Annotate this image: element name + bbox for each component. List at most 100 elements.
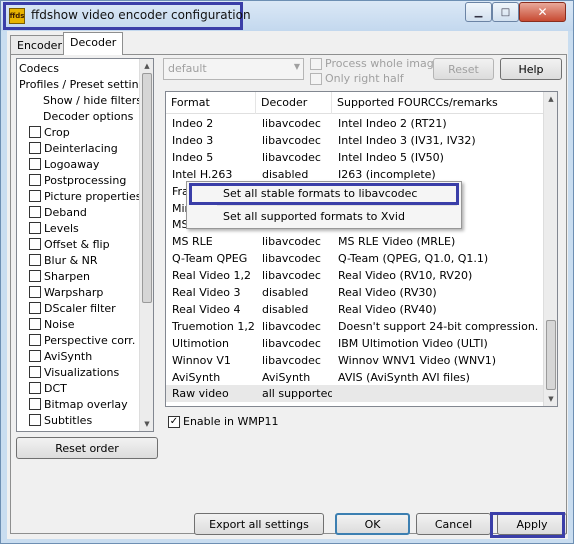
tree-item-label: Visualizations: [44, 365, 120, 379]
table-scroll-thumb[interactable]: [546, 320, 556, 390]
chevron-down-icon: ▼: [293, 62, 300, 71]
format-cell: Real Video 4: [172, 302, 241, 316]
tree-item-checkbox[interactable]: [29, 190, 41, 202]
scroll-up-icon[interactable]: ▲: [140, 59, 153, 73]
tree-item[interactable]: DCT: [29, 380, 67, 396]
tree-item[interactable]: Postprocessing: [29, 172, 126, 188]
formats-table[interactable]: Format Decoder Supported FOURCCs/remarks…: [165, 91, 558, 407]
table-row[interactable]: Raw video all supported: [166, 385, 544, 403]
tree-item[interactable]: AviSynth: [29, 348, 92, 364]
maximize-button[interactable]: □: [492, 2, 519, 22]
tree-item-checkbox[interactable]: [29, 174, 41, 186]
cancel-button[interactable]: Cancel: [416, 513, 491, 535]
table-scrollbar[interactable]: ▲ ▼: [543, 92, 557, 406]
tree-item-checkbox[interactable]: [29, 254, 41, 266]
tab-decoder[interactable]: Decoder: [63, 32, 124, 55]
column-header-fourccs[interactable]: Supported FOURCCs/remarks: [332, 92, 544, 114]
table-row[interactable]: Real Video 1,2 libavcodec Real Video (RV10…: [166, 267, 544, 284]
table-row[interactable]: Indeo 5 libavcodec Intel Indeo 5 (IV50): [166, 149, 544, 166]
decoder-cell: libavcodec: [262, 117, 321, 130]
table-row[interactable]: MS RLE libavcodec MS RLE Video (MRLE): [166, 233, 544, 250]
decoder-panel: Codecs Profiles / Preset settings Show / h…: [10, 54, 567, 535]
tree-item[interactable]: Logoaway: [29, 156, 99, 172]
tree-item-checkbox[interactable]: [29, 222, 41, 234]
table-row[interactable]: Q-Team QPEG libavcodec Q-Team (QPEG, Q1.0,…: [166, 250, 544, 267]
decoder-cell: libavcodec: [262, 269, 321, 283]
enable-wmp-checkbox[interactable]: ✓: [168, 415, 180, 428]
tree-item[interactable]: Placement: [77, 428, 135, 432]
tree-item-checkbox[interactable]: [29, 414, 41, 426]
menu-item-set-supported-xvid[interactable]: Set all supported formats to Xvid: [189, 207, 459, 229]
tree-item-checkbox[interactable]: [29, 302, 41, 314]
scroll-up-icon[interactable]: ▲: [544, 92, 557, 106]
tree-item-checkbox[interactable]: [29, 350, 41, 362]
tree-scroll-thumb[interactable]: [142, 73, 152, 303]
table-row[interactable]: Real Video 4 disabled Real Video (RV40): [166, 301, 544, 318]
tree-item[interactable]: Decoder options: [43, 108, 133, 124]
tree-item-checkbox[interactable]: [29, 158, 41, 170]
scroll-down-icon[interactable]: ▼: [544, 392, 557, 406]
tree-item[interactable]: Warpsharp: [29, 284, 103, 300]
tree-item-checkbox[interactable]: [29, 366, 41, 378]
tree-item-checkbox[interactable]: [29, 238, 41, 250]
settings-tree[interactable]: Codecs Profiles / Preset settings Show / h…: [16, 58, 154, 432]
tree-item[interactable]: Crop: [29, 124, 70, 140]
enable-wmp-option[interactable]: ✓ Enable in WMP11: [168, 415, 279, 428]
tree-item-checkbox[interactable]: [29, 398, 41, 410]
tree-item[interactable]: Sharpen: [29, 268, 90, 284]
table-row[interactable]: Indeo 3 libavcodec Intel Indeo 3 (IV31, IV…: [166, 132, 544, 149]
table-row[interactable]: Truemotion 1,2 libavcodec Doesn't support …: [166, 318, 544, 335]
tree-item[interactable]: Deinterlacing: [29, 140, 118, 156]
reset-order-button[interactable]: Reset order: [16, 437, 158, 459]
tab-encoder[interactable]: Encoder: [10, 35, 69, 55]
table-row[interactable]: Indeo 2 libavcodec Intel Indeo 2 (RT21): [166, 115, 544, 132]
apply-highlight-box: [490, 512, 565, 538]
tree-item[interactable]: Visualizations: [29, 364, 119, 380]
tree-item-label: Sharpen: [44, 269, 90, 283]
tree-item-checkbox[interactable]: [29, 334, 41, 346]
scroll-down-icon[interactable]: ▼: [140, 417, 153, 431]
table-row[interactable]: AviSynth AviSynth AVIS (AviSynth AVI files…: [166, 369, 544, 386]
tree-item-label: Placement: [77, 430, 135, 432]
tree-item[interactable]: Picture properties: [29, 188, 141, 204]
tree-item[interactable]: Subtitles: [29, 412, 92, 428]
tree-item[interactable]: Perspective corr.: [29, 332, 135, 348]
tree-item-label: DCT: [44, 381, 67, 395]
only-right-half-checkbox: [310, 72, 322, 85]
format-cell: Truemotion 1,2: [172, 319, 255, 333]
ok-button[interactable]: OK: [335, 513, 410, 535]
tree-item-checkbox[interactable]: [29, 206, 41, 218]
tree-item-checkbox[interactable]: [29, 126, 41, 138]
table-row[interactable]: Real Video 3 disabled Real Video (RV30): [166, 284, 544, 301]
column-header-decoder[interactable]: Decoder: [256, 92, 332, 114]
format-cell: MS RLE: [172, 235, 213, 249]
tree-item[interactable]: Show / hide filters: [43, 92, 142, 108]
column-header-format[interactable]: Format: [166, 92, 256, 114]
fourcc-cell: Real Video (RV30): [338, 286, 437, 299]
close-button[interactable]: ✕: [519, 2, 566, 22]
help-button[interactable]: Help: [500, 58, 562, 80]
table-row[interactable]: Winnov V1 libavcodec Winnov WNV1 Video (WN…: [166, 352, 544, 369]
tree-item-checkbox[interactable]: [29, 318, 41, 330]
tree-item-checkbox[interactable]: [29, 286, 41, 298]
tree-item[interactable]: Deband: [29, 204, 87, 220]
tree-item-checkbox[interactable]: [29, 142, 41, 154]
tree-item[interactable]: Blur & NR: [29, 252, 98, 268]
context-menu: Set all stable formats to libavcodec Set…: [186, 181, 462, 229]
menu-item-set-stable-libavcodec[interactable]: Set all stable formats to libavcodec: [189, 183, 459, 205]
tree-item-checkbox[interactable]: [29, 270, 41, 282]
enable-wmp-label: Enable in WMP11: [183, 415, 279, 428]
tree-item[interactable]: Levels: [29, 220, 79, 236]
title-bar[interactable]: ffds ffdshow video encoder configuration…: [1, 1, 573, 31]
tree-item-checkbox[interactable]: [29, 382, 41, 394]
tree-item[interactable]: Profiles / Preset settings: [19, 76, 151, 92]
tree-item[interactable]: Offset & flip: [29, 236, 110, 252]
tree-scrollbar[interactable]: ▲ ▼: [139, 59, 153, 431]
table-row[interactable]: Ultimotion libavcodec IBM Ultimotion Video…: [166, 335, 544, 352]
tree-item[interactable]: Bitmap overlay: [29, 396, 128, 412]
minimize-button[interactable]: ▁: [465, 2, 492, 22]
tree-item[interactable]: Codecs: [19, 60, 59, 76]
tree-item[interactable]: DScaler filter: [29, 300, 116, 316]
export-settings-button[interactable]: Export all settings: [194, 513, 324, 535]
tree-item[interactable]: Noise: [29, 316, 75, 332]
